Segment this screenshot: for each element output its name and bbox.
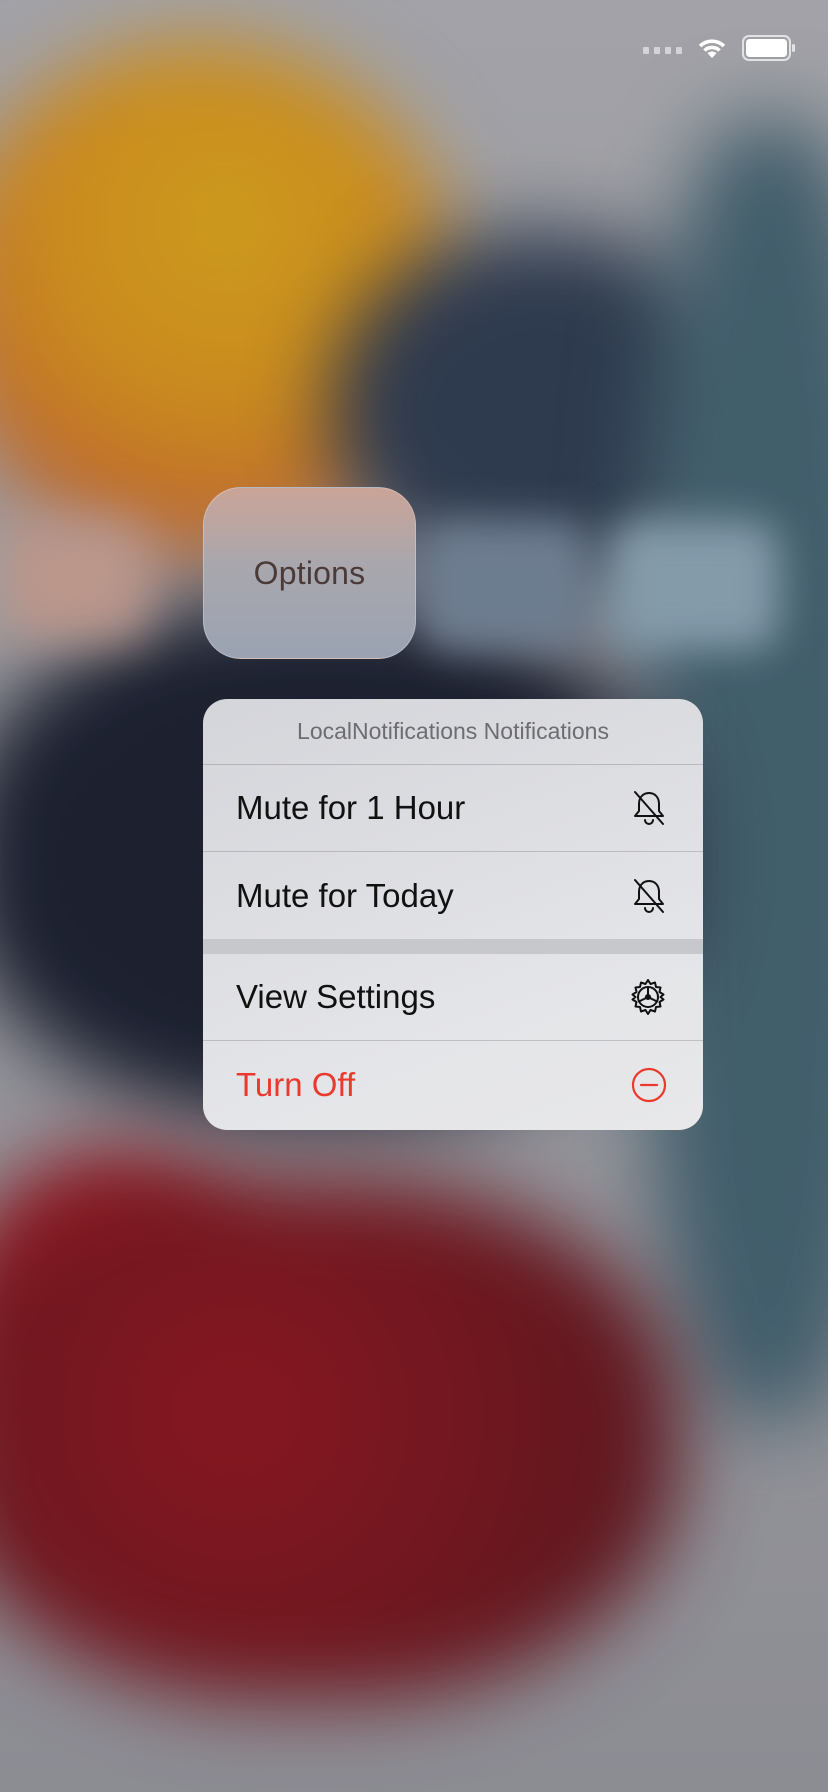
menu-section-separator xyxy=(203,939,703,954)
gear-icon xyxy=(629,978,667,1016)
menu-header: LocalNotifications Notifications xyxy=(203,699,703,765)
view-settings-item[interactable]: View Settings xyxy=(203,954,703,1041)
minus-circle-icon xyxy=(631,1067,667,1103)
options-button[interactable]: Options xyxy=(203,487,416,659)
wifi-icon xyxy=(696,36,728,65)
mute-today-item[interactable]: Mute for Today xyxy=(203,852,703,939)
menu-item-label: Turn Off xyxy=(236,1065,356,1103)
menu-item-label: View Settings xyxy=(236,978,436,1015)
bell-slash-icon xyxy=(631,789,667,827)
cellular-signal-icon xyxy=(643,46,682,54)
bell-slash-icon xyxy=(631,877,667,915)
options-label: Options xyxy=(253,554,366,591)
menu-item-label: Mute for 1 Hour xyxy=(236,789,466,826)
turn-off-item[interactable]: Turn Off xyxy=(203,1041,703,1128)
menu-item-label: Mute for Today xyxy=(236,876,454,914)
status-bar xyxy=(643,34,796,66)
mute-1-hour-item[interactable]: Mute for 1 Hour xyxy=(203,765,703,852)
battery-icon xyxy=(742,34,796,66)
notification-options-menu: LocalNotifications Notifications Mute fo… xyxy=(203,699,703,1130)
